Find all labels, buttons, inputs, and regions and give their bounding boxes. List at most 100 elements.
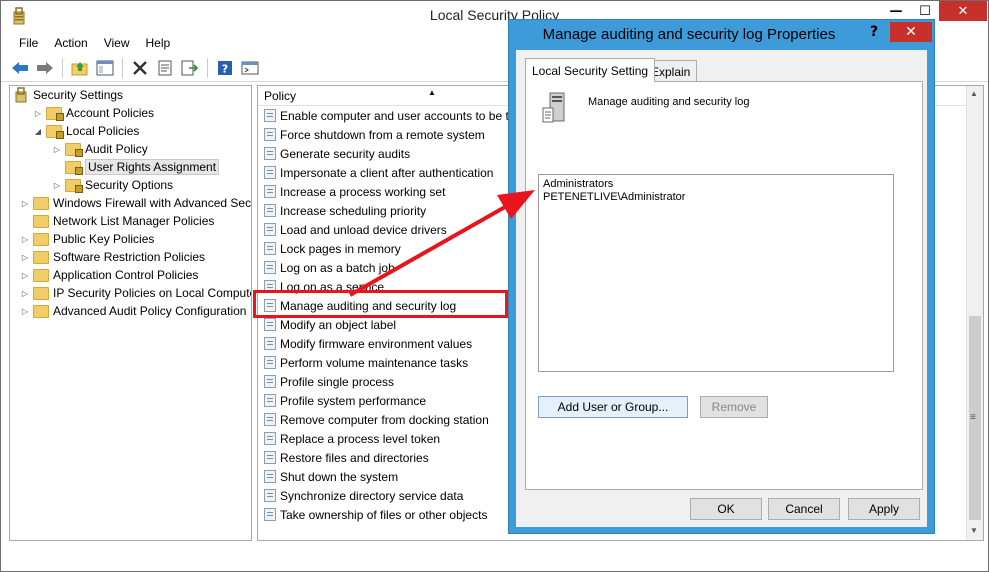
policy-label: Remove computer from docking station	[280, 412, 489, 427]
tree-label: Account Policies	[66, 106, 155, 120]
ok-button[interactable]: OK	[690, 498, 762, 520]
menu-file[interactable]: File	[11, 36, 46, 50]
help-icon[interactable]: ?	[214, 57, 236, 79]
tree-node[interactable]: ▷ Audit Policy	[51, 140, 148, 158]
tree-label: User Rights Assignment	[85, 159, 220, 175]
toolbar-separator	[207, 57, 208, 78]
policy-name-label: Manage auditing and security log	[588, 96, 750, 108]
policy-row[interactable]: Profile single process	[264, 372, 394, 391]
tree-node[interactable]: User Rights Assignment	[51, 158, 220, 176]
policy-row[interactable]: Restore files and directories	[264, 448, 429, 467]
expand-arrow-icon[interactable]: ▷	[51, 145, 63, 154]
policy-label: Lock pages in memory	[280, 241, 401, 256]
vertical-scrollbar[interactable]: ▲ ≡ ▼	[966, 86, 983, 540]
toolbar-separator	[62, 57, 63, 78]
folder-icon	[33, 304, 49, 318]
expand-arrow-icon[interactable]: ▷	[19, 289, 31, 298]
policy-row[interactable]: Increase a process working set	[264, 182, 445, 201]
expand-arrow-icon[interactable]: ▷	[51, 181, 63, 190]
maximize-button[interactable]: ☐	[910, 1, 940, 21]
tree-node[interactable]: ▷ Advanced Audit Policy Configuration	[19, 302, 247, 320]
policy-row[interactable]: Load and unload device drivers	[264, 220, 447, 239]
policy-row[interactable]: Profile system performance	[264, 391, 426, 410]
policy-row[interactable]: Modify firmware environment values	[264, 334, 472, 353]
tree-node[interactable]: ▷ Security Options	[51, 176, 173, 194]
folder-icon	[33, 196, 49, 210]
tree-label: Network List Manager Policies	[53, 214, 215, 228]
policy-label: Increase a process working set	[280, 184, 446, 199]
back-icon[interactable]	[9, 57, 31, 79]
server-policy-icon	[542, 92, 565, 123]
tree-node[interactable]: ▷ Account Policies	[32, 104, 154, 122]
tree-node[interactable]: ◢ Local Policies	[32, 122, 139, 140]
tree-label: IP Security Policies on Local Compute	[53, 286, 252, 300]
policy-row[interactable]: Shut down the system	[264, 467, 398, 486]
scroll-down-icon[interactable]: ▼	[970, 526, 978, 535]
tree-root[interactable]: Security Settings	[13, 86, 123, 104]
policy-row[interactable]: Impersonate a client after authenticatio…	[264, 163, 493, 182]
policy-icon	[264, 261, 276, 274]
policy-label: Generate security audits	[280, 146, 411, 161]
remove-button[interactable]: Remove	[700, 396, 768, 418]
show-hide-tree-icon[interactable]	[94, 57, 116, 79]
add-user-or-group-button[interactable]: Add User or Group...	[538, 396, 688, 418]
tree-node[interactable]: ▷ Windows Firewall with Advanced Secu	[19, 194, 251, 212]
export-list-icon[interactable]	[179, 57, 201, 79]
policy-row[interactable]: Lock pages in memory	[264, 239, 401, 258]
members-listbox[interactable]: Administrators PETENETLIVE\Administrator	[538, 174, 894, 372]
policy-icon	[264, 337, 276, 350]
member-item[interactable]: PETENETLIVE\Administrator	[543, 191, 889, 204]
policy-row[interactable]: Log on as a batch job	[264, 258, 395, 277]
policy-icon	[264, 128, 276, 141]
dialog-help-button[interactable]: ?	[860, 22, 888, 42]
up-folder-icon[interactable]	[69, 57, 91, 79]
expand-arrow-icon[interactable]: ▷	[19, 307, 31, 316]
tree-node[interactable]: Network List Manager Policies	[19, 212, 214, 230]
policy-row[interactable]: Force shutdown from a remote system	[264, 125, 485, 144]
folder-icon	[65, 178, 83, 193]
expand-arrow-icon[interactable]: ▷	[19, 271, 31, 280]
policy-row[interactable]: Enable computer and user accounts to be …	[264, 106, 513, 125]
policy-row[interactable]: Generate security audits	[264, 144, 410, 163]
folder-icon	[65, 160, 83, 175]
tree-label: Security Options	[85, 178, 174, 192]
policy-label: Replace a process level token	[280, 431, 441, 446]
forward-icon[interactable]	[34, 57, 56, 79]
dialog-close-button[interactable]: ✕	[890, 22, 932, 42]
delete-icon[interactable]	[129, 57, 151, 79]
menu-help[interactable]: Help	[138, 36, 179, 50]
cancel-button[interactable]: Cancel	[768, 498, 840, 520]
tree-node[interactable]: ▷ Software Restriction Policies	[19, 248, 205, 266]
expand-arrow-icon[interactable]: ▷	[32, 109, 44, 118]
member-item[interactable]: Administrators	[543, 178, 889, 191]
console-icon[interactable]	[239, 57, 261, 79]
menu-action[interactable]: Action	[46, 36, 95, 50]
policy-row[interactable]: Take ownership of files or other objects	[264, 505, 487, 524]
policy-row[interactable]: Remove computer from docking station	[264, 410, 489, 429]
expand-arrow-icon[interactable]: ▷	[19, 235, 31, 244]
menu-view[interactable]: View	[96, 36, 138, 50]
scroll-up-icon[interactable]: ▲	[970, 89, 978, 98]
expand-arrow-icon[interactable]: ▷	[19, 253, 31, 262]
expand-arrow-icon[interactable]: ▷	[19, 199, 31, 208]
tree-node[interactable]: ▷ IP Security Policies on Local Compute	[19, 284, 252, 302]
properties-icon[interactable]	[154, 57, 176, 79]
policy-row[interactable]: Perform volume maintenance tasks	[264, 353, 468, 372]
apply-button[interactable]: Apply	[848, 498, 920, 520]
folder-icon	[33, 286, 49, 300]
policy-row[interactable]: Increase scheduling priority	[264, 201, 426, 220]
tree-node[interactable]: ▷ Public Key Policies	[19, 230, 154, 248]
policy-icon	[264, 223, 276, 236]
tab-local-security-setting[interactable]: Local Security Setting	[525, 58, 656, 82]
expand-arrow-icon[interactable]: ◢	[32, 127, 44, 136]
tree-label: Advanced Audit Policy Configuration	[53, 304, 247, 318]
policy-row[interactable]: Synchronize directory service data	[264, 486, 463, 505]
policy-row[interactable]: Replace a process level token	[264, 429, 440, 448]
tree-node[interactable]: ▷ Application Control Policies	[19, 266, 198, 284]
policy-icon	[264, 489, 276, 502]
folder-icon	[33, 250, 49, 264]
folder-icon	[46, 124, 64, 139]
minimize-button[interactable]: —	[881, 1, 911, 21]
folder-icon	[33, 232, 49, 246]
close-button[interactable]: ✕	[939, 1, 987, 21]
